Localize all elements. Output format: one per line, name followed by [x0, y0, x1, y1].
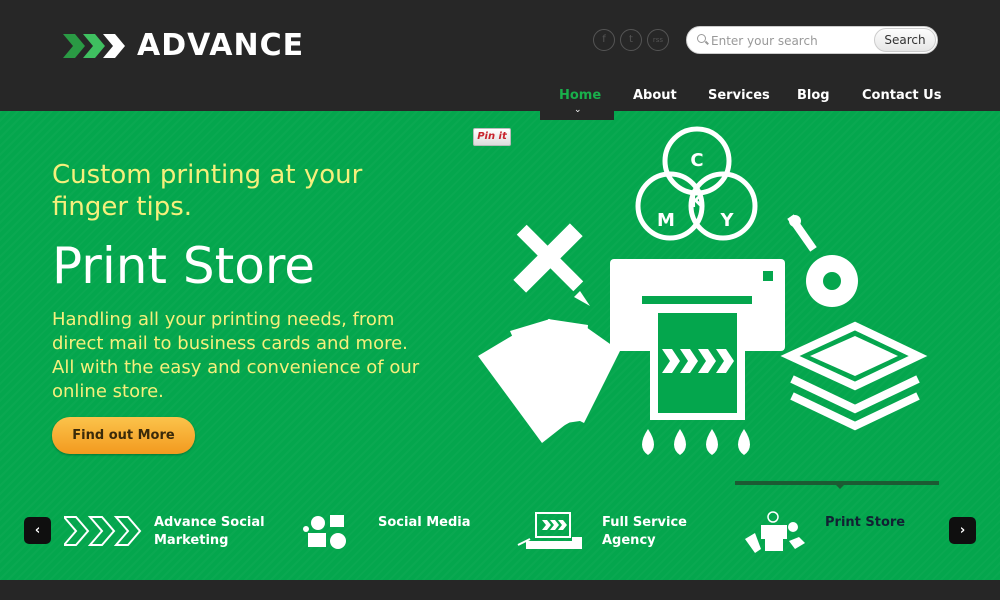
hero-title: Print Store	[52, 237, 316, 295]
nav-about[interactable]: About	[633, 88, 677, 103]
swatch-fan-icon	[478, 319, 620, 443]
search-button[interactable]: Search	[874, 28, 936, 52]
logo-chevrons-icon	[63, 34, 129, 58]
site-header: ADVANCE f t rss Search Home About Servic…	[0, 0, 1000, 111]
footer-bar	[0, 580, 1000, 600]
hero-description: Handling all your printing needs, from d…	[52, 309, 420, 402]
search-icon	[697, 34, 706, 43]
slide-label: Advance Social Marketing	[154, 515, 265, 548]
rss-icon[interactable]: rss	[647, 29, 669, 51]
cmyk-y: Y	[719, 210, 734, 231]
facebook-icon[interactable]: f	[593, 29, 615, 51]
logo-text: ADVANCE	[137, 28, 305, 63]
color-picker-icon	[787, 214, 858, 307]
chevrons-icon	[64, 516, 142, 546]
nav-blog[interactable]: Blog	[797, 88, 830, 103]
prev-slide-button[interactable]: ‹	[24, 517, 51, 544]
nav-home[interactable]: Home	[559, 88, 601, 103]
ink-drops-icon	[642, 429, 750, 455]
nav-contact-us[interactable]: Contact Us	[862, 88, 941, 103]
cmyk-m: M	[657, 210, 675, 231]
nav-active-indicator: ⌄	[540, 105, 614, 120]
ruler-pencil-icon	[513, 223, 590, 306]
cmyk-circles-icon	[635, 126, 758, 241]
logo[interactable]: ADVANCE	[63, 31, 304, 61]
print-store-icon	[745, 511, 805, 553]
slide-label: Print Store	[825, 515, 906, 530]
hero-slider: Custom printing at your finger tips. Pri…	[0, 111, 1000, 580]
find-out-more-button[interactable]: Find out More	[52, 417, 195, 454]
nav-services[interactable]: Services	[708, 88, 770, 103]
computer-icon	[517, 512, 582, 549]
social-media-icon	[303, 515, 346, 549]
hero-tagline: Custom printing at your finger tips.	[52, 160, 363, 222]
printer-icon	[610, 259, 785, 420]
chevron-down-icon: ⌄	[574, 105, 582, 115]
slide-label: Social Media	[378, 515, 471, 530]
cmyk-c: C	[690, 150, 703, 171]
twitter-icon[interactable]: t	[620, 29, 642, 51]
slide-label: Full Service Agency	[602, 515, 687, 548]
search-input[interactable]	[711, 31, 871, 51]
paper-stack-icon	[780, 321, 928, 431]
cmyk-k: K	[690, 191, 705, 212]
print-store-illustration: C M K Y	[478, 126, 928, 455]
active-slide-indicator	[735, 481, 939, 489]
search-box: Search	[686, 26, 938, 54]
